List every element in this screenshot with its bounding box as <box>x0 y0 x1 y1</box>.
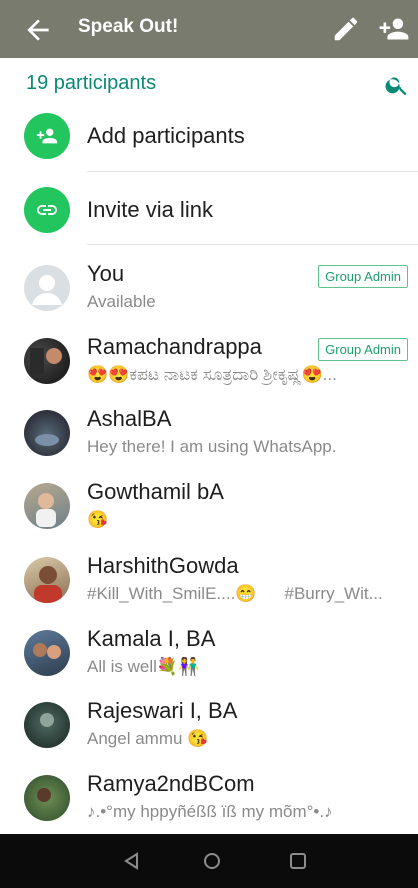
member-name: Rajeswari I, BA <box>87 698 238 723</box>
member-status: #Kill_With_SmilE....😁 #Burry_Wit... <box>87 584 407 604</box>
member-status-main: #Kill_With_SmilE....😁 <box>87 584 257 603</box>
member-row[interactable]: HarshithGowda #Kill_With_SmilE....😁 #Burr… <box>0 545 418 617</box>
member-row[interactable]: AshalBA Hey there! I am using WhatsApp. <box>0 398 418 470</box>
avatar <box>24 630 70 676</box>
back-arrow-icon[interactable] <box>22 14 54 46</box>
admin-badge: Group Admin <box>318 265 408 288</box>
add-person-icon[interactable] <box>377 13 411 45</box>
member-name: You <box>87 261 125 286</box>
invite-link-row[interactable]: Invite via link <box>0 179 418 241</box>
member-status-extra: #Burry_Wit... <box>284 584 383 603</box>
member-row[interactable]: Kamala I, BA All is well💐👫 <box>0 618 418 690</box>
member-status: Hey there! I am using WhatsApp. <box>87 437 337 456</box>
member-status: Angel ammu 😘 <box>87 729 209 748</box>
divider <box>87 244 418 245</box>
add-participants-row[interactable]: Add participants <box>0 105 418 167</box>
participant-count: 19 participants <box>26 72 157 94</box>
member-name: Ramya2ndBCom <box>87 771 255 796</box>
member-name: AshalBA <box>87 406 172 431</box>
member-row[interactable]: Ramachandrappa 😍😍ಕಪಟ ನಾಟಕ ಸೂತ್ರದಾರಿ ಶ್ರೀ… <box>0 326 418 398</box>
member-row[interactable]: Ramya2ndBCom ♪.•°my hppyñéßß ïß my mõm°•… <box>0 763 418 835</box>
admin-badge: Group Admin <box>318 338 408 361</box>
member-status: 😍😍ಕಪಟ ನಾಟಕ ಸೂತ್ರದಾರಿ ಶ್ರೀಕೃಷ್ಣ😍... <box>87 365 337 384</box>
member-name: HarshithGowda <box>87 553 239 578</box>
member-row[interactable]: Rajeswari I, BA Angel ammu 😘 <box>0 690 418 762</box>
member-name: Kamala I, BA <box>87 626 216 651</box>
member-row[interactable]: Gowthamil bA 😘 <box>0 471 418 543</box>
avatar <box>24 410 70 456</box>
member-name: Ramachandrappa <box>87 334 262 359</box>
avatar <box>24 557 70 603</box>
nav-recent-icon[interactable] <box>288 851 308 871</box>
default-avatar <box>24 265 70 311</box>
nav-home-icon[interactable] <box>202 851 222 871</box>
link-icon <box>24 187 70 233</box>
add-participants-icon <box>24 113 70 159</box>
app-bar: Speak Out! <box>0 0 418 58</box>
search-icon[interactable] <box>384 72 410 98</box>
edit-icon[interactable] <box>331 14 361 44</box>
member-status: ♪.•°my hppyñéßß ïß my mõm°•.♪ <box>87 802 333 821</box>
nav-back-icon[interactable] <box>122 851 142 871</box>
avatar <box>24 483 70 529</box>
system-nav-bar <box>0 834 418 888</box>
divider <box>87 171 418 172</box>
member-name: Gowthamil bA <box>87 479 224 504</box>
member-status: 😘 <box>87 510 109 529</box>
avatar <box>24 338 70 384</box>
group-title: Speak Out! <box>78 16 179 37</box>
add-participants-label: Add participants <box>87 123 245 148</box>
member-status: All is well💐👫 <box>87 657 200 676</box>
invite-link-label: Invite via link <box>87 197 213 222</box>
member-status: Available <box>87 292 156 311</box>
avatar <box>24 702 70 748</box>
member-row[interactable]: You Available Group Admin <box>0 253 418 325</box>
avatar <box>24 775 70 821</box>
participants-header: 19 participants <box>0 58 418 110</box>
